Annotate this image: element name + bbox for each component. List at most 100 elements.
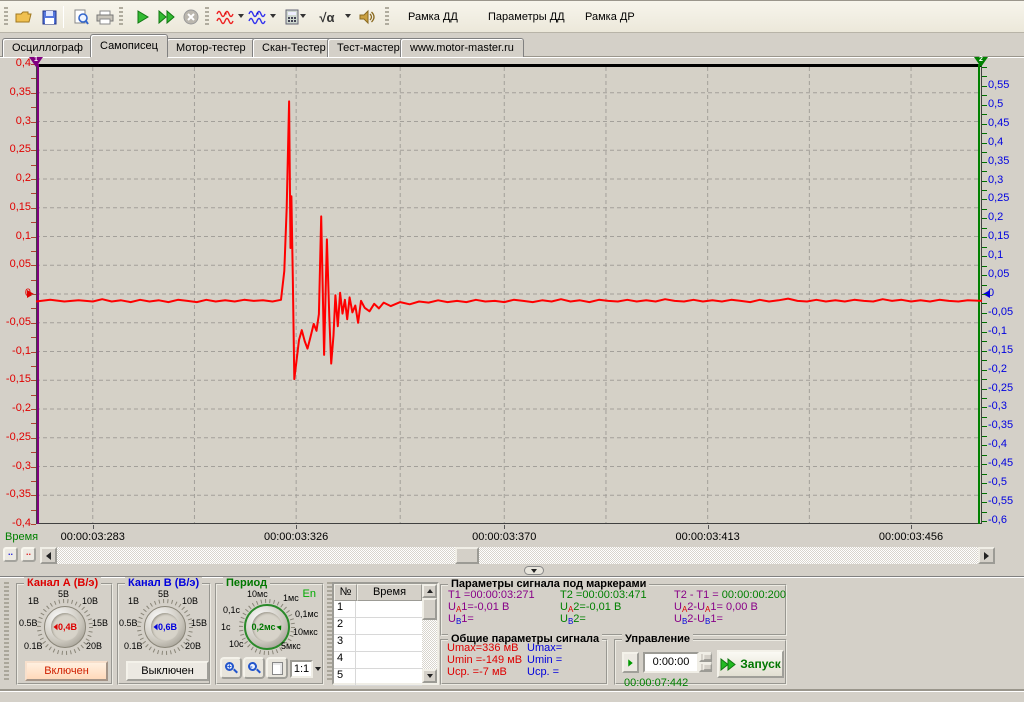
toolbar-grip[interactable] (4, 7, 8, 27)
table-scrollbar-thumb[interactable] (422, 598, 437, 620)
table-row[interactable]: 3 (334, 635, 422, 652)
right-axis-tick (982, 294, 987, 295)
tab-motor-tester[interactable]: Мотор-тестер (166, 38, 256, 57)
plot-area[interactable] (36, 64, 982, 524)
tab-skan-tester[interactable]: Скан-Тестер (252, 38, 336, 57)
channel-a-state-button[interactable]: Включен (25, 661, 108, 681)
right-axis-tick (982, 171, 987, 172)
right-axis-label: -0,4 (988, 438, 1022, 450)
table-header-num[interactable]: № (334, 584, 357, 601)
start-label: Запуск (740, 657, 781, 671)
table-cell-num: 2 (334, 618, 356, 634)
uavg-b-value: Uср. = (527, 666, 559, 678)
fast-forward-button[interactable] (155, 5, 179, 29)
print-preview-button[interactable] (69, 5, 93, 29)
sqrt-alpha-dropdown-arrow[interactable] (345, 14, 351, 18)
left-axis-tick (31, 524, 36, 525)
elapsed-time: 00:00:07:442 (624, 677, 688, 689)
right-axis-tick (982, 218, 987, 219)
ramka-dr-button[interactable]: Рамка ДР (575, 5, 645, 29)
signal-b-button[interactable]: * (246, 5, 270, 29)
parametry-dd-button[interactable]: Параметры ДД (478, 5, 575, 29)
open-folder-button[interactable] (12, 5, 36, 29)
timer-up-button[interactable] (699, 652, 712, 662)
table-scroll-down-button[interactable] (422, 669, 437, 683)
app-window: * * √α Рамка ДД Параметры ДД Рамка ДР Ос… (0, 0, 1024, 702)
right-axis-tick (982, 426, 987, 427)
right-axis-label: -0,5 (988, 476, 1022, 488)
play-button[interactable] (131, 5, 155, 29)
scroll-left-button[interactable] (40, 547, 57, 564)
timer-spinner (699, 652, 712, 673)
right-axis-tick (982, 266, 987, 267)
signal-a-dropdown-arrow[interactable] (238, 14, 244, 18)
speaker-icon (359, 9, 375, 25)
marker-1-flag[interactable]: 1 (29, 57, 43, 68)
left-axis-tick (31, 438, 36, 439)
start-button[interactable]: Запуск (717, 650, 784, 678)
scale-ratio-dropdown[interactable] (313, 660, 323, 678)
save-button[interactable] (37, 5, 61, 29)
save-floppy-icon (42, 10, 57, 25)
left-scale-button[interactable]: .. (3, 547, 18, 562)
ramka-dd-button[interactable]: Рамка ДД (398, 5, 468, 29)
table-row[interactable]: 1 (334, 601, 422, 618)
right-scale-button[interactable]: .. (21, 547, 36, 562)
stop-button[interactable] (179, 5, 203, 29)
scroll-right-button[interactable] (978, 547, 995, 564)
right-axis-label: 0 (988, 287, 1022, 299)
marker-1-number: 1 (29, 56, 43, 63)
channel-b-scale-20v: 20В (185, 641, 201, 651)
timer-down-button[interactable] (699, 662, 712, 672)
right-axis-tick (982, 190, 987, 191)
calculator-dropdown-arrow[interactable] (300, 14, 306, 18)
zoom-in-button[interactable]: + (220, 657, 242, 679)
right-axis-label: 0,35 (988, 155, 1022, 167)
right-axis-tick (982, 502, 987, 503)
left-axis-label: -0,25 (0, 431, 31, 443)
tab-oscillograf[interactable]: Осциллограф (2, 38, 93, 57)
table-header-time[interactable]: Время (357, 584, 422, 601)
toolbar-grip[interactable] (119, 7, 123, 27)
channel-b-state-button[interactable]: Выключен (126, 661, 209, 681)
zoom-out-button[interactable]: - (243, 657, 265, 679)
right-axis-label: -0,6 (988, 514, 1022, 526)
toolbar-grip[interactable] (205, 7, 209, 27)
sqrt-alpha-icon: √α (319, 10, 334, 25)
table-scroll-up-icon (427, 589, 433, 593)
print-icon (96, 10, 114, 25)
scale-ratio-value[interactable]: 1:1 (290, 660, 313, 678)
table-row[interactable]: 5 (334, 669, 422, 686)
signal-a-button[interactable]: * (214, 5, 238, 29)
control-play-button[interactable] (622, 652, 639, 673)
x-axis-tick (296, 525, 297, 529)
table-scrollbar[interactable] (422, 584, 437, 683)
tab-samopisec[interactable]: Самописец (90, 34, 168, 57)
sound-button[interactable] (355, 5, 379, 29)
left-axis-tick (31, 237, 36, 238)
left-axis-tick (31, 107, 36, 108)
sqrt-alpha-button[interactable]: √α (312, 5, 342, 29)
channel-a-scale-20v: 20В (86, 641, 102, 651)
signal-red-icon: * (216, 9, 236, 25)
table-row[interactable]: 4 (334, 652, 422, 669)
table-row[interactable]: 2 (334, 618, 422, 635)
marker-2-flag[interactable]: 2 (974, 57, 988, 68)
h-scrollbar-thumb[interactable] (455, 547, 479, 564)
print-button[interactable] (93, 5, 117, 29)
panel-grip[interactable] (4, 582, 9, 682)
timer-input[interactable]: 0:00:00 (643, 652, 699, 673)
calculator-icon (285, 9, 299, 25)
table-scroll-up-button[interactable] (422, 584, 437, 598)
new-page-button[interactable] (266, 657, 288, 679)
collapse-panel-button[interactable] (524, 566, 544, 575)
tab-motor-master-ru[interactable]: www.motor-master.ru (400, 38, 524, 57)
tab-test-master[interactable]: Тест-мастер (327, 38, 410, 57)
ub2-ub1-value: UB2-UB1= (674, 613, 723, 626)
h-scrollbar-track[interactable] (57, 547, 978, 564)
toolbar-grip[interactable] (385, 7, 389, 27)
left-axis-tick (31, 352, 36, 353)
x-axis-label: 00:00:03:456 (866, 531, 956, 543)
left-axis-tick (31, 150, 36, 151)
signal-b-dropdown-arrow[interactable] (270, 14, 276, 18)
